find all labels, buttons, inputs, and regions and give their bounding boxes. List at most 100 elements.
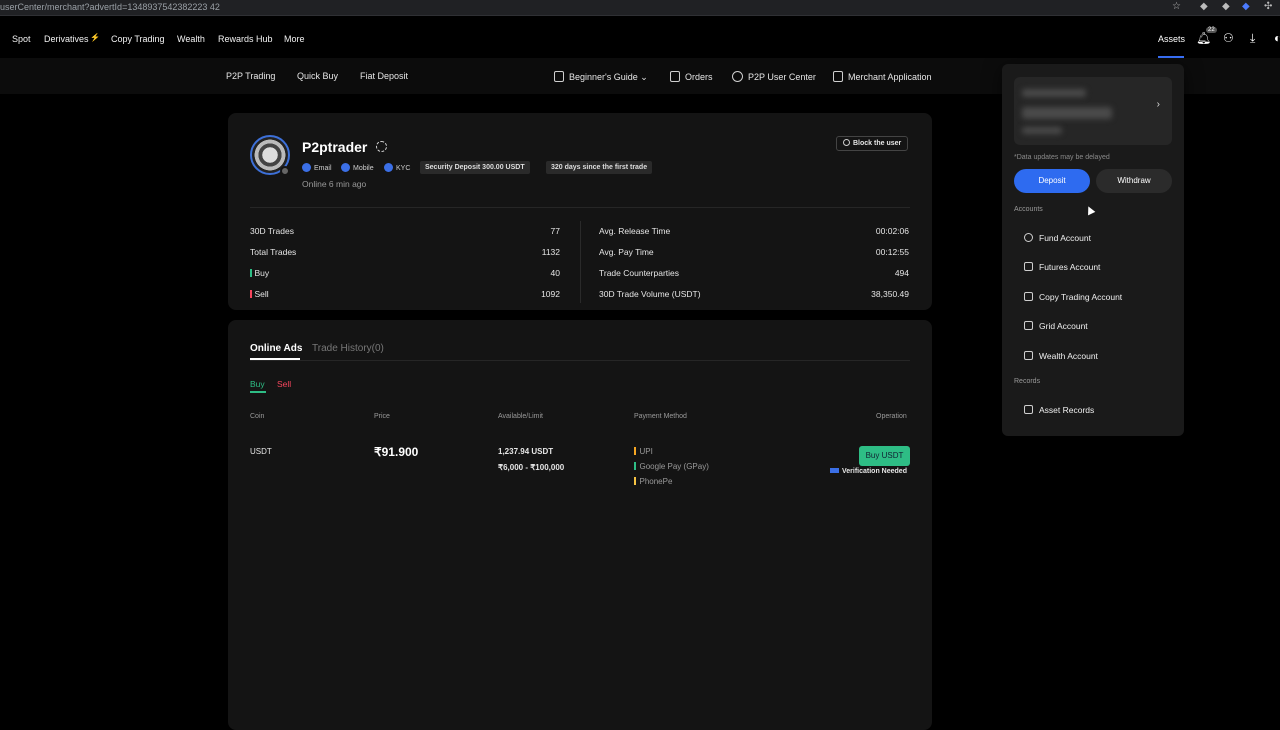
stat-30d-trades-value: 77 bbox=[550, 226, 560, 236]
online-ads-card: Online Ads Trade History(0) Buy Sell Coi… bbox=[228, 320, 932, 730]
buy-label-text: Buy bbox=[254, 268, 270, 278]
sell-label-text: Sell bbox=[254, 289, 269, 299]
mobile-verified-chip: Mobile bbox=[341, 163, 374, 172]
menu-label: Copy Trading Account bbox=[1039, 292, 1123, 302]
payment-indicator bbox=[634, 477, 636, 485]
nav-spot[interactable]: Spot bbox=[12, 34, 31, 44]
stat-avg-release-value: 00:02:06 bbox=[875, 226, 909, 236]
tab-trade-history[interactable]: Trade History(0) bbox=[312, 343, 384, 354]
subnav-fiat-deposit[interactable]: Fiat Deposit bbox=[360, 71, 408, 81]
merchant-name: P2ptrader bbox=[302, 139, 368, 155]
menu-fund-account[interactable]: Fund Account bbox=[1024, 233, 1091, 243]
divider bbox=[250, 360, 910, 361]
nav-wealth[interactable]: Wealth bbox=[177, 34, 205, 44]
data-delay-note: *Data updates may be delayed bbox=[1014, 154, 1110, 161]
nav-assets[interactable]: Assets bbox=[1158, 34, 1185, 44]
stat-30d-volume-label: 30D Trade Volume (USDT) bbox=[599, 289, 701, 299]
column-header-operation: Operation bbox=[876, 413, 907, 420]
block-button-label: Block the user bbox=[853, 140, 902, 147]
tab-online-ads[interactable]: Online Ads bbox=[250, 343, 302, 354]
menu-copy-trading-account[interactable]: Copy Trading Account bbox=[1024, 292, 1122, 302]
menu-label: Asset Records bbox=[1039, 405, 1095, 415]
column-header-available: Available/Limit bbox=[498, 413, 544, 420]
user-icon[interactable]: ⚇ bbox=[1223, 31, 1234, 45]
p2p-user-center-label: P2P User Center bbox=[748, 72, 816, 82]
email-verified-chip: Email bbox=[302, 163, 332, 172]
column-header-price: Price bbox=[374, 413, 390, 420]
check-icon bbox=[302, 163, 311, 172]
wealth-icon bbox=[1024, 351, 1033, 360]
nav-copy-trading[interactable]: Copy Trading bbox=[111, 34, 165, 44]
extension-icon[interactable]: ◆ bbox=[1222, 1, 1230, 12]
accounts-section-label: Accounts bbox=[1014, 206, 1043, 213]
records-icon bbox=[1024, 405, 1033, 414]
payment-label: UPI bbox=[639, 447, 653, 456]
block-user-button[interactable]: Block the user bbox=[836, 136, 909, 151]
buy-usdt-button[interactable]: Buy USDT bbox=[859, 446, 910, 466]
subnav-p2p-user-center[interactable]: P2P User Center bbox=[732, 71, 816, 82]
row-limit: ₹6,000 - ₹100,000 bbox=[498, 463, 565, 472]
top-navigation: Spot Derivatives ⚡ Copy Trading Wealth R… bbox=[0, 20, 1280, 58]
bell-icon[interactable]: 🔔︎ bbox=[1196, 31, 1211, 45]
nav-derivatives[interactable]: Derivatives bbox=[44, 34, 89, 44]
browser-address-bar[interactable]: userCenter/merchant?advertId=13489375423… bbox=[0, 0, 1280, 16]
orders-icon bbox=[670, 71, 680, 82]
nav-rewards-hub[interactable]: Rewards Hub bbox=[218, 34, 273, 44]
nav-more[interactable]: More bbox=[284, 34, 305, 44]
payment-method-upi: UPI bbox=[634, 447, 653, 456]
shop-icon bbox=[833, 71, 843, 82]
orders-label: Orders bbox=[685, 72, 713, 82]
withdraw-button[interactable]: Withdraw bbox=[1096, 169, 1172, 193]
menu-wealth-account[interactable]: Wealth Account bbox=[1024, 351, 1098, 361]
url-text[interactable]: userCenter/merchant?advertId=13489375423… bbox=[0, 2, 220, 12]
column-header-payment: Payment Method bbox=[634, 413, 687, 420]
row-price: ₹91.900 bbox=[374, 445, 419, 459]
notification-count: 22 bbox=[1206, 27, 1217, 33]
stat-30d-trades-label: 30D Trades bbox=[250, 226, 294, 236]
fund-icon bbox=[1024, 233, 1033, 242]
chip-label: Mobile bbox=[353, 165, 374, 172]
menu-grid-account[interactable]: Grid Account bbox=[1024, 321, 1088, 331]
bookmark-star-icon[interactable]: ☆ bbox=[1172, 1, 1181, 12]
payment-label: Google Pay (GPay) bbox=[639, 462, 709, 471]
futures-icon bbox=[1024, 262, 1033, 271]
buy-indicator bbox=[250, 269, 252, 277]
subnav-merchant-application[interactable]: Merchant Application bbox=[833, 71, 932, 82]
subnav-quick-buy[interactable]: Quick Buy bbox=[297, 71, 338, 81]
extensions-puzzle-icon[interactable]: ✣ bbox=[1264, 1, 1272, 12]
stat-avg-pay-value: 00:12:55 bbox=[875, 247, 909, 257]
deposit-button[interactable]: Deposit bbox=[1014, 169, 1090, 193]
sell-indicator bbox=[250, 290, 252, 298]
subnav-orders[interactable]: Orders bbox=[670, 71, 713, 82]
stat-buy-label: Buy bbox=[250, 268, 269, 278]
subtab-sell[interactable]: Sell bbox=[277, 379, 291, 389]
block-icon bbox=[843, 139, 850, 146]
total-balance-card[interactable]: › bbox=[1014, 77, 1172, 145]
kyc-verified-chip: KYC bbox=[384, 163, 410, 172]
active-subtab-indicator bbox=[250, 391, 266, 393]
verified-badge-icon bbox=[376, 141, 387, 152]
subtab-buy[interactable]: Buy bbox=[250, 379, 265, 389]
menu-label: Fund Account bbox=[1039, 233, 1091, 243]
online-status-dot bbox=[280, 166, 290, 176]
beginners-guide-label: Beginner's Guide bbox=[569, 72, 638, 82]
subnav-p2p-trading[interactable]: P2P Trading bbox=[226, 71, 275, 81]
chevron-down-icon: ⌄ bbox=[640, 72, 648, 82]
blurred-balance-label bbox=[1022, 89, 1086, 97]
blurred-balance-value bbox=[1022, 107, 1112, 119]
globe-icon[interactable]: ◐ bbox=[1274, 31, 1280, 45]
menu-asset-records[interactable]: Asset Records bbox=[1024, 405, 1094, 415]
subnav-beginners-guide[interactable]: Beginner's Guide ⌄ bbox=[554, 71, 648, 83]
verification-badge-icon bbox=[830, 468, 839, 473]
copy-trading-icon bbox=[1024, 292, 1033, 301]
stat-sell-value: 1092 bbox=[541, 289, 560, 299]
extension-icon[interactable]: ◆ bbox=[1200, 1, 1208, 12]
column-header-coin: Coin bbox=[250, 413, 265, 420]
download-icon[interactable]: ⤓ bbox=[1250, 31, 1255, 46]
grid-icon bbox=[1024, 321, 1033, 330]
divider bbox=[580, 221, 581, 303]
extension-icon[interactable]: ◆ bbox=[1242, 1, 1250, 12]
blurred-balance-sub bbox=[1022, 127, 1062, 134]
stat-counterparties-value: 494 bbox=[894, 268, 909, 278]
menu-futures-account[interactable]: Futures Account bbox=[1024, 262, 1100, 272]
